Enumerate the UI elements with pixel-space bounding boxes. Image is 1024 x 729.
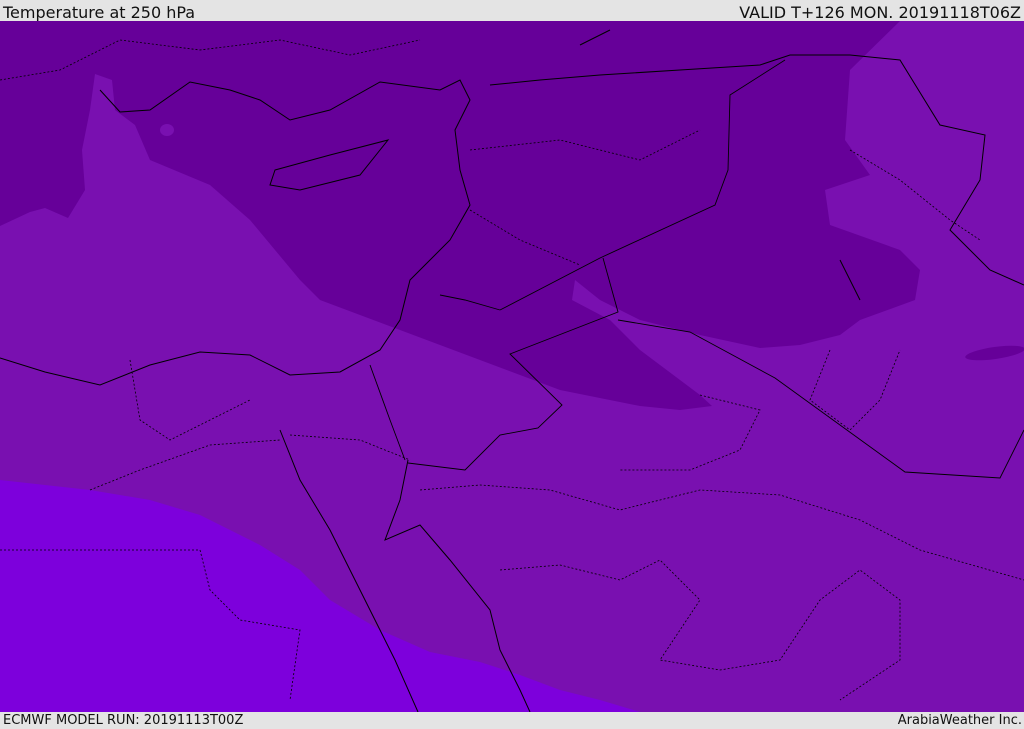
model-run: ECMWF MODEL RUN: 20191113T00Z — [3, 713, 244, 728]
map-canvas — [0, 21, 1024, 713]
footer-bar: ECMWF MODEL RUN: 20191113T00Z ArabiaWeat… — [0, 712, 1024, 729]
valid-time: VALID T+126 MON. 20191118T06Z — [739, 3, 1021, 22]
warm-pocket — [160, 124, 174, 136]
header-bar: Temperature at 250 hPa VALID T+126 MON. … — [0, 0, 1024, 21]
map-title: Temperature at 250 hPa — [3, 3, 196, 22]
temperature-map[interactable] — [0, 21, 1024, 713]
brand-credit: ArabiaWeather Inc. — [897, 713, 1022, 728]
